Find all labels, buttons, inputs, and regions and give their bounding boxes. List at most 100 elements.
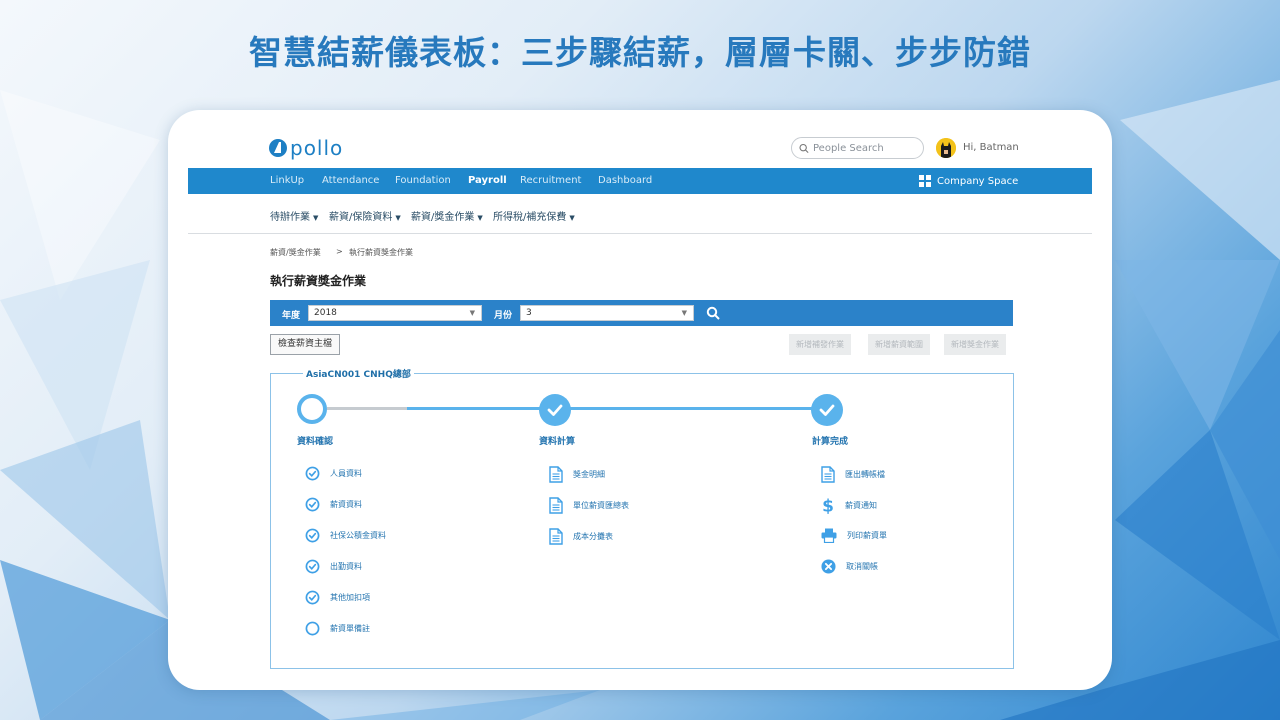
- check-circle-icon: [305, 466, 320, 481]
- subnav-todo-label: 待辦作業: [270, 212, 310, 223]
- dollar-icon: $: [822, 497, 834, 514]
- year-select[interactable]: 2018 ▼: [308, 305, 482, 321]
- add-salary-range-button[interactable]: 新增薪資範圍: [868, 334, 930, 355]
- item-label: 社保公積金資料: [330, 531, 386, 540]
- avatar[interactable]: [936, 138, 956, 158]
- breadcrumb-parent[interactable]: 薪資/獎金作業: [270, 247, 321, 258]
- nav-payroll[interactable]: Payroll: [468, 175, 507, 186]
- action-salary-notice[interactable]: $ 薪資通知: [821, 497, 877, 514]
- apollo-logo[interactable]: pollo: [268, 136, 343, 160]
- caret-down-icon: ▼: [469, 309, 475, 317]
- progress-line-pending: [327, 407, 407, 410]
- report-bonus-detail[interactable]: 獎金明細: [549, 466, 605, 483]
- check-item-salary[interactable]: 薪資資料: [305, 497, 362, 512]
- item-label: 其他加扣項: [330, 593, 370, 602]
- people-search[interactable]: [791, 137, 924, 159]
- check-item-social-insurance[interactable]: 社保公積金資料: [305, 528, 386, 543]
- document-icon: [549, 497, 563, 514]
- check-circle-icon: [305, 528, 320, 543]
- caret-down-icon: ▼: [395, 214, 401, 222]
- slide-title: 智慧結薪儀表板：三步驟結薪，層層卡關、步步防錯: [249, 33, 1031, 72]
- item-label: 列印薪資單: [847, 531, 887, 540]
- month-value: 3: [526, 308, 532, 318]
- step-2-circle[interactable]: [539, 394, 571, 426]
- item-label: 單位薪資匯總表: [573, 501, 629, 510]
- month-select[interactable]: 3 ▼: [520, 305, 694, 321]
- step-1-label: 資料確認: [297, 437, 334, 447]
- step-3-circle[interactable]: [811, 394, 843, 426]
- empty-circle-icon: [305, 621, 320, 636]
- company-space-link[interactable]: Company Space: [919, 175, 1018, 187]
- logo-text: pollo: [290, 136, 344, 160]
- page-title: 執行薪資獎金作業: [270, 274, 367, 288]
- filter-bar: 年度 2018 ▼ 月份 3 ▼: [270, 300, 1013, 326]
- caret-down-icon: ▼: [477, 214, 483, 222]
- check-circle-icon: [305, 590, 320, 605]
- check-circle-icon: [305, 497, 320, 512]
- breadcrumb-current: 執行薪資獎金作業: [349, 248, 413, 257]
- item-label: 取消關帳: [846, 562, 878, 571]
- cancel-icon: [821, 559, 836, 574]
- check-icon: [547, 404, 563, 416]
- add-bonus-button[interactable]: 新增獎金作業: [944, 334, 1006, 355]
- step-1-circle[interactable]: [297, 394, 327, 424]
- check-item-other-deductions[interactable]: 其他加扣項: [305, 590, 370, 605]
- search-input[interactable]: [813, 142, 923, 154]
- report-cost-allocation[interactable]: 成本分攤表: [549, 528, 613, 545]
- divider: [188, 233, 1092, 234]
- check-item-payslip-notes[interactable]: 薪資單備註: [305, 621, 370, 636]
- search-icon: [799, 143, 809, 153]
- year-value: 2018: [314, 308, 337, 318]
- device-frame: pollo Hi, Batman LinkUp Attendance Found…: [168, 110, 1112, 690]
- month-label: 月份: [494, 311, 513, 321]
- report-unit-summary[interactable]: 單位薪資匯總表: [549, 497, 629, 514]
- subnav-salary-insurance-label: 薪資/保險資料: [329, 212, 393, 223]
- batman-avatar-icon: [936, 138, 956, 158]
- nav-dashboard[interactable]: Dashboard: [598, 175, 652, 186]
- breadcrumb-separator: >: [336, 247, 343, 256]
- check-circle-icon: [305, 559, 320, 574]
- action-cancel-close[interactable]: 取消關帳: [821, 559, 878, 574]
- check-item-personnel[interactable]: 人員資料: [305, 466, 362, 481]
- item-label: 匯出轉帳檔: [845, 470, 885, 479]
- subnav-tax-label: 所得稅/補充保費: [493, 212, 567, 223]
- main-navbar: LinkUp Attendance Foundation Payroll Rec…: [188, 168, 1092, 194]
- item-label: 成本分攤表: [573, 532, 613, 541]
- year-label: 年度: [282, 311, 301, 321]
- document-icon: [549, 466, 563, 483]
- item-label: 出勤資料: [330, 562, 362, 571]
- document-icon: [549, 528, 563, 545]
- printer-icon: [821, 528, 837, 543]
- grid-icon: [919, 175, 931, 187]
- svg-text:$: $: [822, 497, 834, 514]
- action-export-transfer[interactable]: 匯出轉帳檔: [821, 466, 885, 483]
- caret-down-icon: ▼: [313, 214, 319, 222]
- subnav-tax[interactable]: 所得稅/補充保費 ▼: [493, 208, 575, 223]
- action-print-payslip[interactable]: 列印薪資單: [821, 528, 887, 543]
- check-icon: [819, 404, 835, 416]
- user-greeting[interactable]: Hi, Batman: [963, 142, 1019, 153]
- step-2-label: 資料計算: [539, 437, 576, 447]
- nav-linkup[interactable]: LinkUp: [270, 175, 304, 186]
- nav-recruitment[interactable]: Recruitment: [520, 175, 581, 186]
- item-label: 獎金明細: [573, 470, 605, 479]
- item-label: 薪資通知: [845, 501, 877, 510]
- check-master-button[interactable]: 檢查薪資主檔: [270, 334, 341, 355]
- item-label: 薪資單備註: [330, 624, 370, 633]
- subnav-salary-bonus[interactable]: 薪資/獎金作業 ▼: [411, 208, 483, 223]
- app-screen: pollo Hi, Batman LinkUp Attendance Found…: [188, 110, 1092, 690]
- subnav-salary-insurance[interactable]: 薪資/保險資料 ▼: [329, 208, 401, 223]
- add-supplement-button[interactable]: 新增補發作業: [789, 334, 851, 355]
- item-label: 薪資資料: [330, 500, 362, 509]
- subnav-salary-bonus-label: 薪資/獎金作業: [411, 212, 475, 223]
- search-icon[interactable]: [706, 306, 720, 320]
- logo-mark-icon: [269, 139, 287, 157]
- caret-down-icon: ▼: [681, 309, 687, 317]
- check-item-attendance[interactable]: 出勤資料: [305, 559, 362, 574]
- nav-attendance[interactable]: Attendance: [322, 175, 379, 186]
- subnav-todo[interactable]: 待辦作業 ▼: [270, 208, 318, 223]
- payroll-steps-panel: AsiaCN001 CNHQ總部 資料確認 資料計算 計算完成 人員資料 薪資資…: [270, 367, 1014, 669]
- company-space-label: Company Space: [937, 175, 1019, 187]
- progress-line-done: [407, 407, 829, 410]
- nav-foundation[interactable]: Foundation: [395, 175, 451, 186]
